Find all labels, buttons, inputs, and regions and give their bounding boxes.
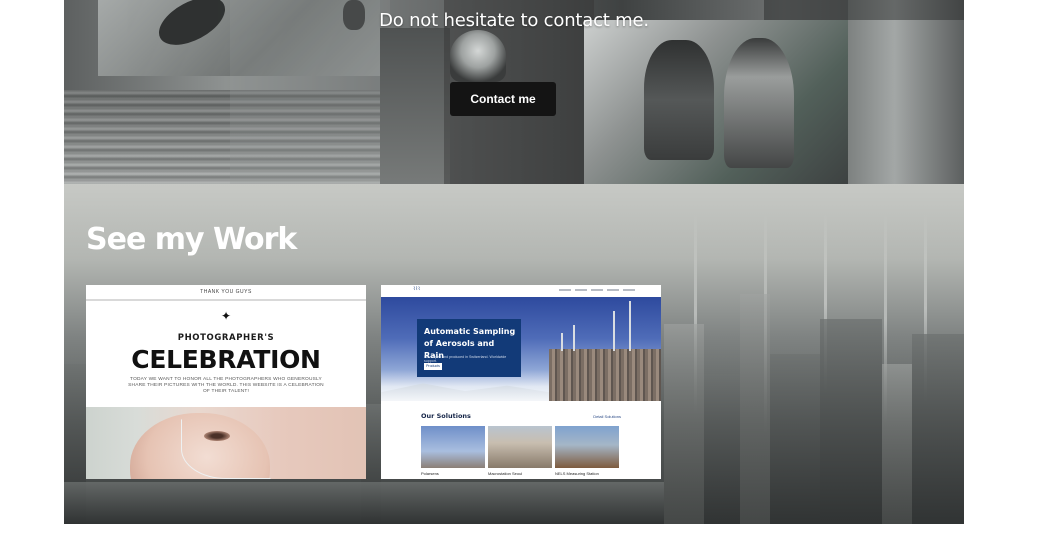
card-kicker: PHOTOGRAPHER'S — [177, 333, 275, 343]
contact-text: Do not hesitate to contact me. — [379, 10, 649, 31]
card-hero-box: Automatic Sampling of Aerosols and Rain … — [417, 319, 521, 377]
card-section-title: Our Solutions — [421, 412, 471, 420]
background-photo — [380, 28, 450, 184]
solution-thumbnail — [555, 426, 619, 468]
card-subtitle: TODAY WE WANT TO HONOR ALL THE PHOTOGRAP… — [128, 377, 324, 394]
portfolio-card-celebration[interactable]: THANK YOU GUYS ✦ PHOTOGRAPHER'S CELEBRAT… — [86, 285, 366, 479]
contact-section: Do not hesitate to contact me. Contact m… — [64, 0, 964, 184]
background-photo — [584, 20, 849, 184]
logo-icon: ⌇⌇⌇ — [413, 286, 421, 292]
work-section: See my Work THANK YOU GUYS ✦ PHOTOGRAPHE… — [64, 184, 964, 524]
card-headline: CELEBRATION — [131, 345, 321, 374]
solution-caption: Macrostation Seoul — [488, 471, 523, 476]
contact-me-button[interactable]: Contact me — [450, 82, 556, 116]
solution-thumbnail — [488, 426, 552, 468]
solution-caption: NELS Measuring Station — [555, 471, 599, 476]
card-more-link: Detail Solutions — [593, 414, 621, 419]
card-hero-image: Automatic Sampling of Aerosols and Rain … — [381, 297, 661, 401]
background-photo — [450, 30, 506, 82]
portfolio-card-aerosols[interactable]: ⌇⌇⌇ Automatic Sampling of Aerosols and R… — [381, 285, 661, 479]
solution-thumbnail — [421, 426, 485, 468]
section-title: See my Work — [86, 222, 297, 257]
card-hero-button: Products — [424, 363, 442, 370]
card-navbar: ⌇⌇⌇ — [381, 285, 661, 297]
star-icon: ✦ — [220, 309, 232, 323]
solution-caption: Polarsens — [421, 471, 439, 476]
card-hero-description: Developed and produced in Switzerland. W… — [424, 355, 507, 363]
card-topbar: THANK YOU GUYS — [86, 285, 366, 301]
card-photo — [86, 407, 366, 479]
